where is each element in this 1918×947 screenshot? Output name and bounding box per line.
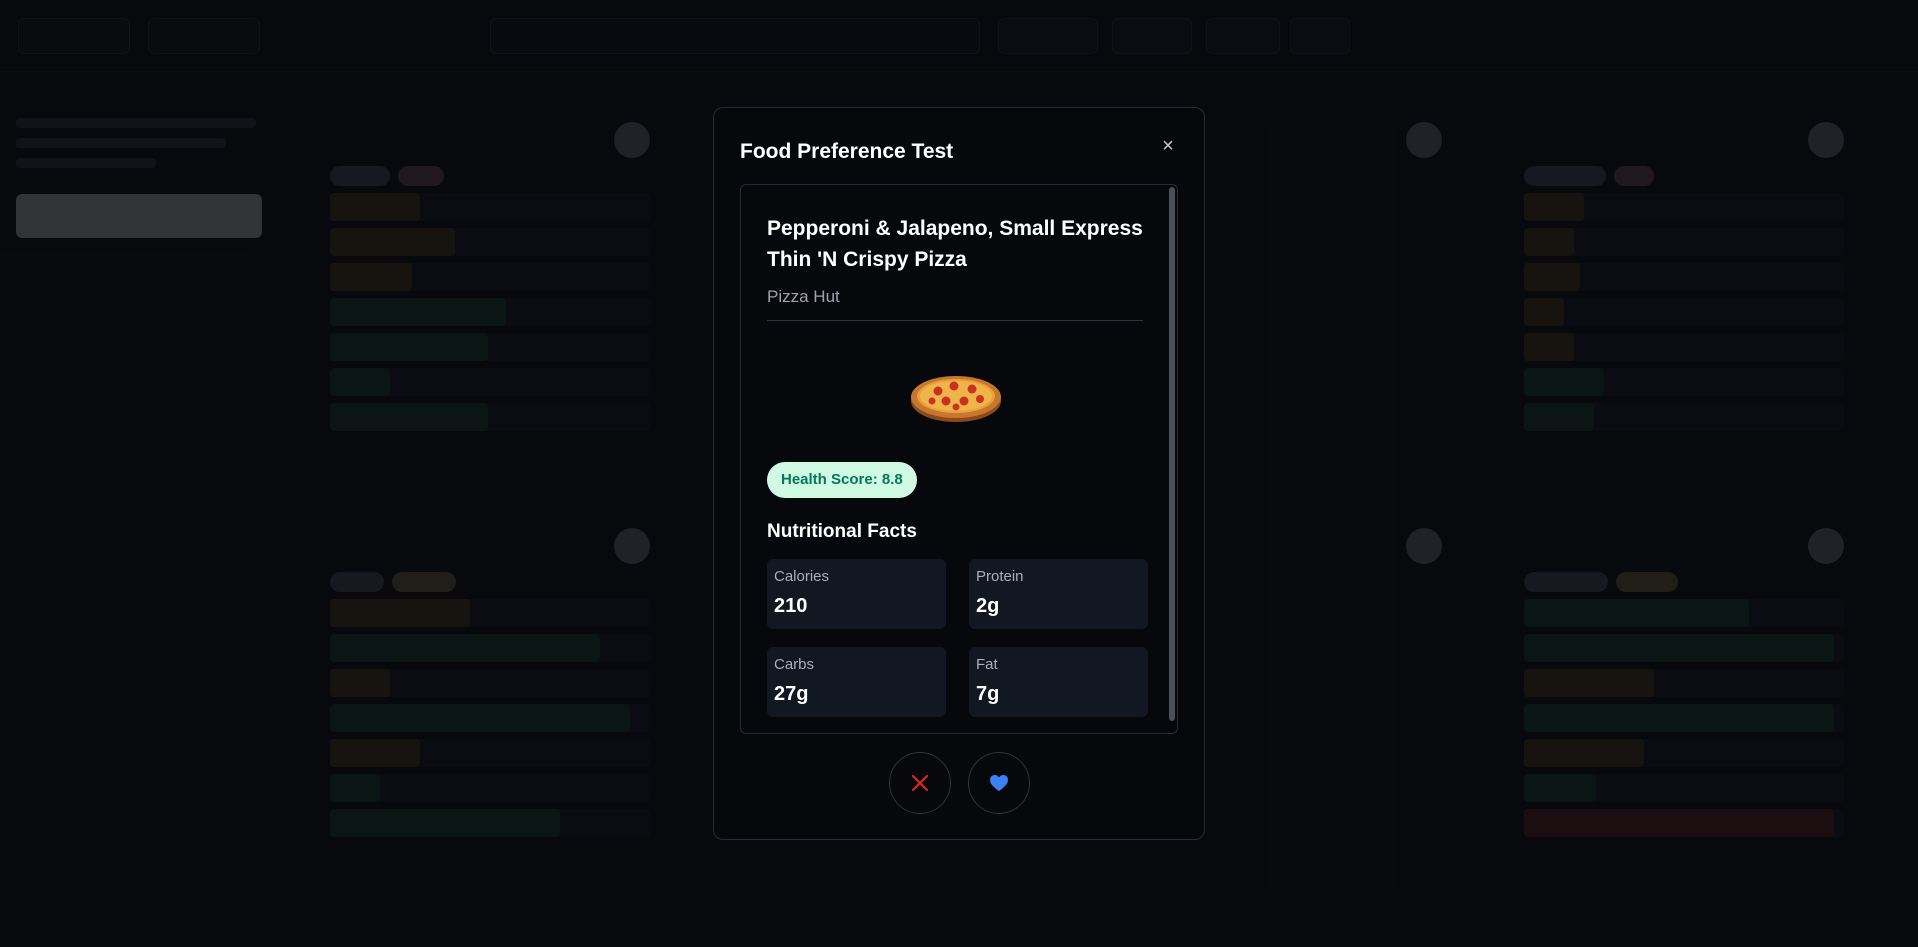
app-root: Food Preference Test × Pepperoni & Jalap… bbox=[0, 0, 1918, 947]
nutrition-label: Calories bbox=[774, 568, 830, 585]
nutrition-value: 210 bbox=[774, 595, 808, 617]
nutrition-label: Fat bbox=[976, 656, 998, 673]
nutrition-value: 7g bbox=[976, 683, 1000, 705]
nutrition-value: 2g bbox=[976, 595, 1000, 617]
scrollbar[interactable] bbox=[1169, 187, 1175, 721]
food-brand: Pizza Hut bbox=[767, 287, 840, 306]
food-details-panel[interactable]: Pepperoni & Jalapeno, Small Express Thin… bbox=[740, 184, 1178, 734]
nutrition-fact-fat: Fat 7g bbox=[969, 647, 1148, 717]
heart-icon bbox=[990, 774, 1008, 792]
nutrition-fact-carbs: Carbs 27g bbox=[767, 647, 946, 717]
divider bbox=[767, 320, 1143, 321]
nutrition-label: Carbs bbox=[774, 656, 815, 673]
pizza-icon bbox=[911, 376, 1001, 422]
nutrition-label: Protein bbox=[976, 568, 1024, 585]
food-preference-modal: Food Preference Test × Pepperoni & Jalap… bbox=[713, 107, 1205, 840]
nutrition-fact-protein: Protein 2g bbox=[969, 559, 1148, 629]
nutrition-value: 27g bbox=[774, 683, 809, 705]
like-button[interactable] bbox=[968, 752, 1030, 814]
food-name: Pepperoni & Jalapeno, Small Express Thin… bbox=[767, 217, 1143, 271]
dislike-button[interactable] bbox=[889, 752, 951, 814]
nutrition-fact-calories: Calories 210 bbox=[767, 559, 946, 629]
health-score-badge: Health Score: 8.8 bbox=[767, 462, 917, 498]
modal-title: Food Preference Test bbox=[740, 140, 954, 163]
nutritional-facts-title: Nutritional Facts bbox=[767, 521, 917, 542]
x-icon bbox=[911, 774, 929, 792]
close-icon: × bbox=[1162, 135, 1174, 157]
close-button[interactable]: × bbox=[1156, 134, 1180, 158]
